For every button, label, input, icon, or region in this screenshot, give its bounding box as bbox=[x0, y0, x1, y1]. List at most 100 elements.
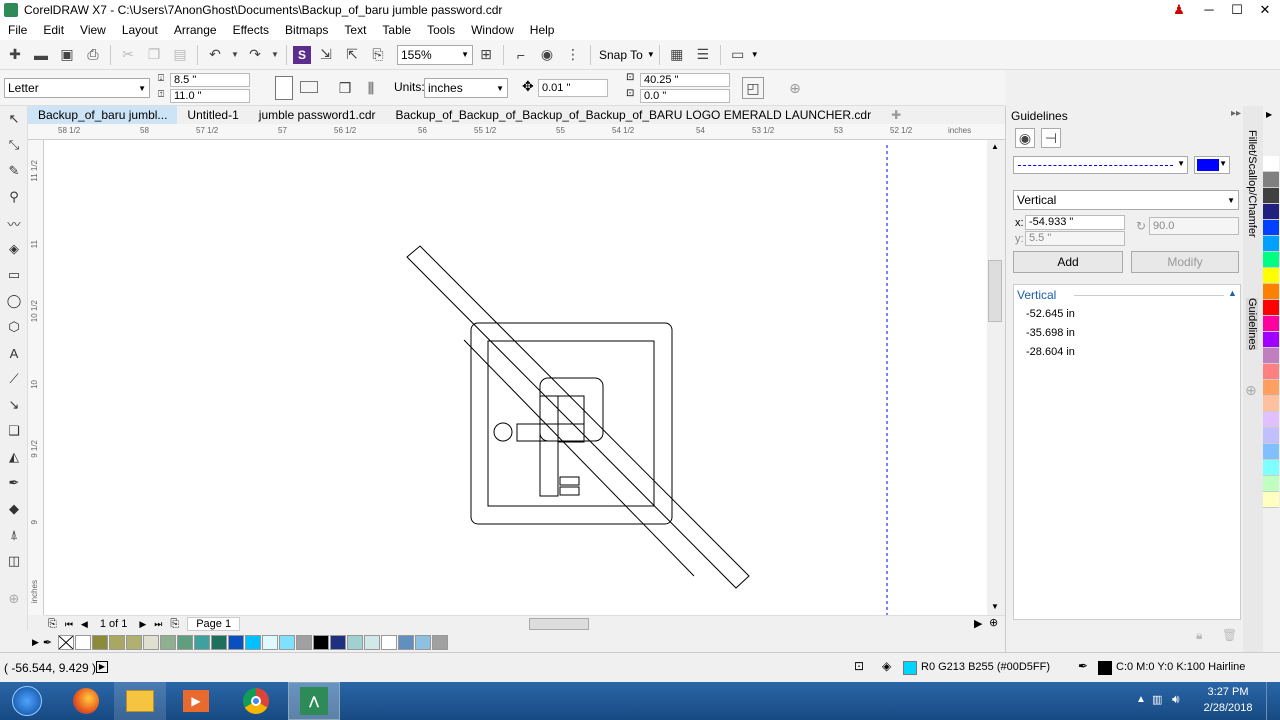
new-tab-icon[interactable]: ✚ bbox=[881, 106, 911, 124]
color-swatch[interactable] bbox=[211, 634, 228, 650]
color-swatch[interactable] bbox=[381, 634, 398, 650]
guideline-x-field[interactable]: -54.933 " bbox=[1025, 215, 1125, 230]
treat-as-filled-icon[interactable]: ◰ bbox=[742, 77, 764, 99]
firefox-taskbar-button[interactable] bbox=[60, 682, 112, 720]
color-swatch[interactable] bbox=[1263, 252, 1279, 268]
color-swatch[interactable] bbox=[1263, 316, 1279, 332]
outline-pen-icon[interactable]: ✒ bbox=[1078, 659, 1088, 673]
show-desktop-button[interactable] bbox=[1266, 682, 1280, 720]
full-screen-preview-icon[interactable]: ⊞ bbox=[475, 44, 497, 66]
circle-shape[interactable] bbox=[493, 422, 513, 442]
color-swatch[interactable] bbox=[1263, 284, 1279, 300]
color-swatch[interactable] bbox=[1263, 412, 1279, 428]
clock-time[interactable]: 3:27 PM bbox=[1198, 686, 1258, 698]
shape-tool-icon[interactable]: ⤡ bbox=[0, 132, 28, 158]
guideline-lock-icon[interactable]: ⊣ bbox=[1041, 128, 1061, 148]
list-item[interactable]: -52.645 in bbox=[1026, 308, 1075, 320]
color-swatch[interactable] bbox=[1263, 396, 1279, 412]
minimize-button[interactable]: ─ bbox=[1194, 0, 1224, 20]
horizontal-ruler[interactable]: 58 1/2 58 57 1/2 57 56 1/2 56 55 1/2 55 … bbox=[28, 124, 1005, 140]
pick-tool-icon[interactable]: ↖ bbox=[0, 106, 28, 132]
color-swatch[interactable] bbox=[415, 634, 432, 650]
tab-guidelines[interactable]: Guidelines bbox=[1246, 298, 1258, 350]
zoom-navigator-icon[interactable]: ⊕ bbox=[989, 616, 998, 629]
color-eyedropper-icon[interactable]: ✒ bbox=[0, 470, 28, 496]
current-page-icon[interactable]: ⫼ bbox=[360, 77, 382, 99]
add-guideline-button[interactable]: Add bbox=[1013, 251, 1123, 273]
menu-arrange[interactable]: Arrange bbox=[166, 20, 225, 40]
tab-jumble-password1[interactable]: jumble password1.cdr bbox=[249, 106, 386, 124]
save-icon[interactable]: ▣ bbox=[56, 44, 78, 66]
play-icon[interactable]: ▶ bbox=[96, 661, 108, 673]
parallel-dimension-icon[interactable]: ⟋ bbox=[0, 366, 28, 392]
last-page-icon[interactable]: ⏭ bbox=[154, 619, 162, 630]
color-swatch[interactable] bbox=[347, 634, 364, 650]
color-swatch[interactable] bbox=[398, 634, 415, 650]
chevron-down-icon[interactable]: ▼ bbox=[751, 50, 759, 59]
transparency-icon[interactable]: ◭ bbox=[0, 444, 28, 470]
color-swatch[interactable] bbox=[126, 634, 143, 650]
add-icon[interactable]: ⊕ bbox=[784, 77, 806, 99]
redo-icon[interactable]: ↷ bbox=[244, 44, 266, 66]
list-item[interactable]: -28.604 in bbox=[1026, 346, 1075, 358]
vertical-scrollbar[interactable]: ▲ ▼ bbox=[987, 140, 1005, 615]
undo-icon[interactable]: ↶ bbox=[204, 44, 226, 66]
collapse-icon[interactable]: ▲ bbox=[1228, 288, 1237, 298]
landscape-button[interactable] bbox=[300, 81, 318, 93]
menu-table[interactable]: Table bbox=[374, 20, 419, 40]
letter-p-bowl[interactable] bbox=[539, 377, 604, 442]
color-swatch[interactable] bbox=[1263, 300, 1279, 316]
page-1-tab[interactable]: Page 1 bbox=[187, 617, 241, 631]
small-rect-bottom[interactable] bbox=[559, 486, 580, 496]
menu-edit[interactable]: Edit bbox=[35, 20, 72, 40]
zoom-tool-icon[interactable]: ⚲ bbox=[0, 184, 28, 210]
menu-file[interactable]: File bbox=[0, 20, 35, 40]
rectangle-tool-icon[interactable]: ▭ bbox=[0, 262, 28, 288]
page-width-field[interactable]: 8.5 " bbox=[170, 73, 250, 87]
no-color-swatch[interactable] bbox=[58, 634, 75, 650]
guideline-y-field[interactable]: 5.5 " bbox=[1025, 231, 1125, 246]
color-swatch[interactable] bbox=[1263, 236, 1279, 252]
ellipse-tool-icon[interactable]: ◯ bbox=[0, 288, 28, 314]
search-content-icon[interactable]: S bbox=[293, 45, 311, 64]
freehand-tool-icon[interactable]: 〰 bbox=[0, 210, 28, 236]
tab-emerald-launcher[interactable]: Backup_of_Backup_of_Backup_of_Backup_of_… bbox=[386, 106, 882, 124]
tab-backup-of-baru[interactable]: Backup_of_baru jumbl... bbox=[28, 106, 178, 124]
letter-p-stem[interactable] bbox=[539, 395, 559, 497]
duplicate-y-field[interactable]: 0.0 " bbox=[640, 89, 730, 103]
chrome-taskbar-button[interactable] bbox=[230, 682, 282, 720]
export-icon[interactable]: ⇱ bbox=[341, 44, 363, 66]
scroll-down-icon[interactable]: ▼ bbox=[991, 602, 999, 611]
color-swatch[interactable] bbox=[1263, 476, 1279, 492]
polygon-tool-icon[interactable]: ⬡ bbox=[0, 314, 28, 340]
diagonal-line-shape[interactable] bbox=[463, 339, 695, 577]
menu-layout[interactable]: Layout bbox=[114, 20, 166, 40]
small-rect-top[interactable] bbox=[559, 476, 580, 486]
page-options-icon[interactable]: ⎘ bbox=[48, 618, 57, 631]
color-swatch[interactable] bbox=[1263, 380, 1279, 396]
import-icon[interactable]: ⇲ bbox=[315, 44, 337, 66]
snap-to-button[interactable]: Snap To bbox=[599, 48, 643, 62]
horizontal-bar-shape[interactable] bbox=[516, 423, 585, 442]
coreldraw-taskbar-button[interactable]: ⋀ bbox=[288, 682, 340, 720]
color-swatch[interactable] bbox=[1263, 492, 1279, 508]
color-swatch[interactable] bbox=[1263, 268, 1279, 284]
add-page-icon[interactable]: ⎘ bbox=[170, 618, 179, 631]
guideline-angle-field[interactable]: 90.0 bbox=[1149, 217, 1239, 235]
color-swatch[interactable] bbox=[1263, 172, 1279, 188]
horizontal-scrollbar[interactable] bbox=[529, 618, 589, 630]
volume-icon[interactable]: 🔊︎ bbox=[1172, 692, 1180, 707]
explorer-taskbar-button[interactable] bbox=[114, 682, 166, 720]
text-tool-icon[interactable]: A bbox=[0, 340, 28, 366]
show-rulers-icon[interactable]: ⌐ bbox=[510, 44, 532, 66]
next-page-icon[interactable]: ▶ bbox=[139, 619, 146, 630]
portrait-button[interactable] bbox=[275, 76, 293, 100]
color-swatch[interactable] bbox=[1263, 204, 1279, 220]
menu-bitmaps[interactable]: Bitmaps bbox=[277, 20, 336, 40]
connector-tool-icon[interactable]: ↘ bbox=[0, 392, 28, 418]
print-icon[interactable]: ⎙ bbox=[82, 44, 104, 66]
maximize-button[interactable]: ☐ bbox=[1222, 0, 1252, 20]
prev-page-icon[interactable]: ◀ bbox=[81, 619, 88, 630]
color-swatch[interactable] bbox=[1263, 332, 1279, 348]
fill-color-swatch[interactable] bbox=[903, 661, 917, 675]
